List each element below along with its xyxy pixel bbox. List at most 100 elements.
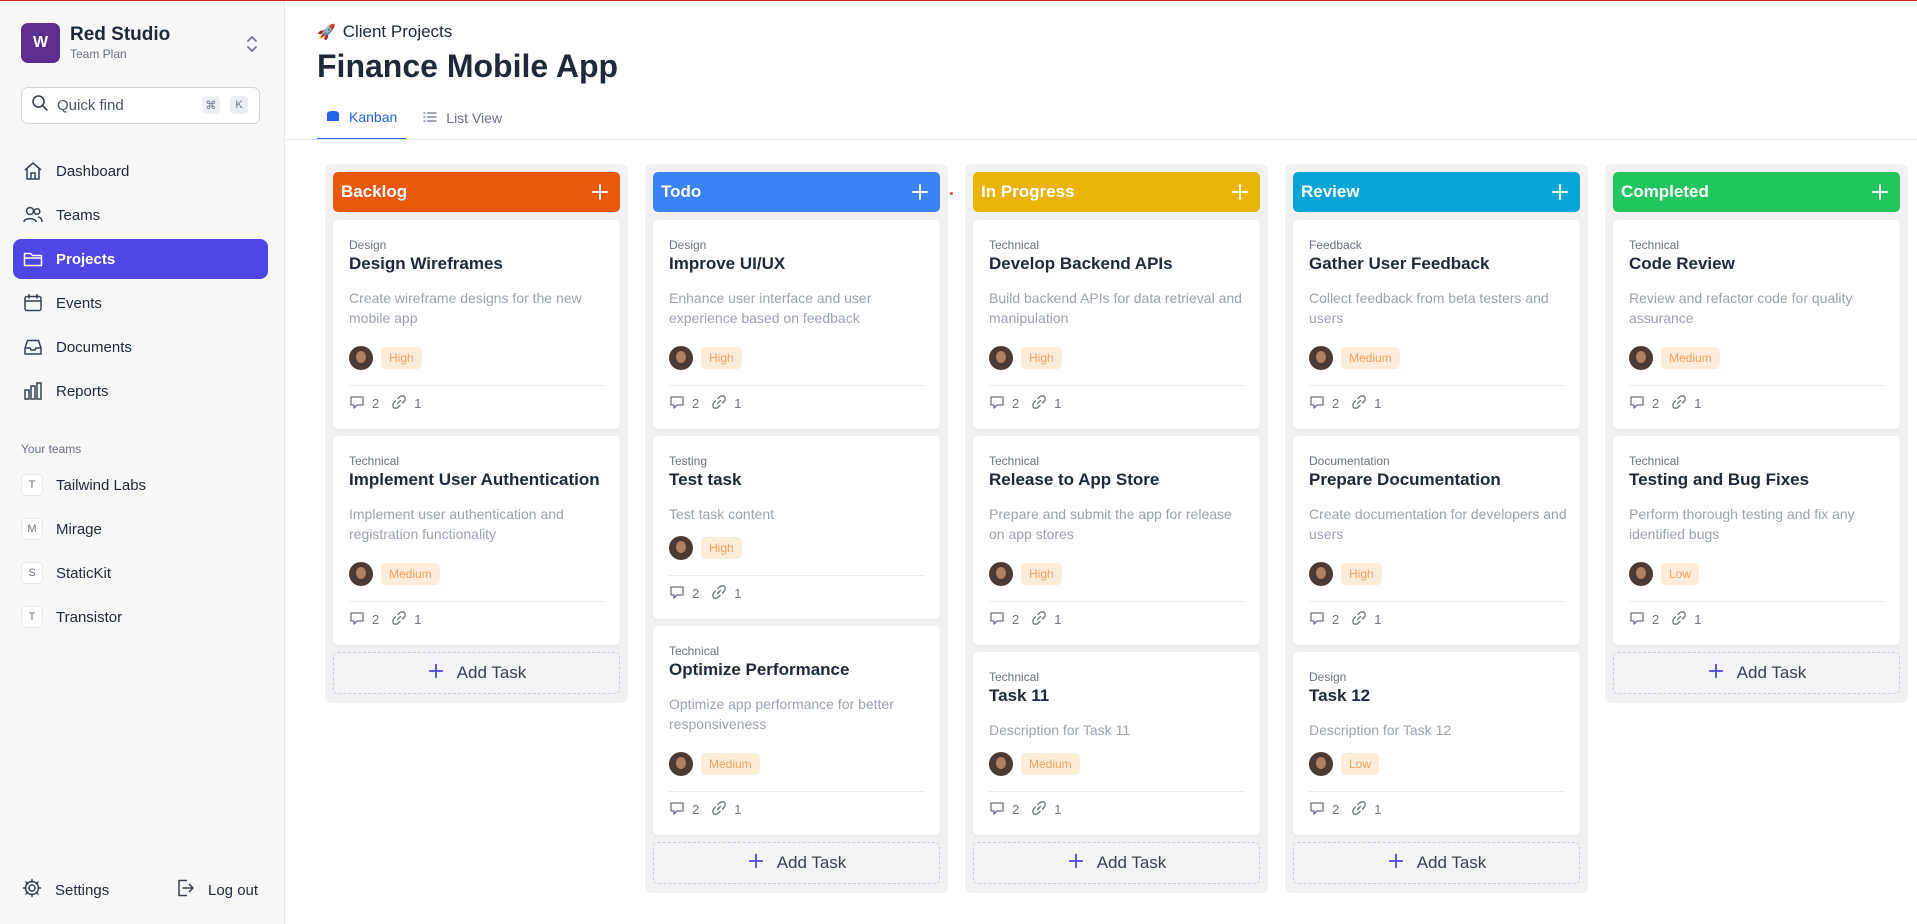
- comments-count[interactable]: 2: [1309, 394, 1339, 413]
- nav-item-teams[interactable]: Teams: [13, 195, 268, 235]
- task-category: Technical: [1629, 238, 1680, 252]
- team-initial: T: [21, 474, 43, 496]
- add-task-button[interactable]: Add Task: [653, 842, 940, 884]
- links-count[interactable]: 1: [1671, 610, 1701, 629]
- plus-icon[interactable]: [1230, 182, 1250, 202]
- indicator-dot: [950, 192, 953, 195]
- add-task-button[interactable]: Add Task: [1613, 652, 1900, 694]
- task-category: Design: [669, 238, 707, 252]
- breadcrumb[interactable]: 🚀 Client Projects: [317, 22, 452, 42]
- comments-count[interactable]: 2: [669, 584, 699, 603]
- team-item-mirage[interactable]: M Mirage: [13, 509, 268, 549]
- quick-find[interactable]: ⌘ K: [21, 87, 260, 124]
- add-task-button[interactable]: Add Task: [973, 842, 1260, 884]
- links-count[interactable]: 1: [391, 394, 421, 413]
- team-label: Mirage: [56, 520, 102, 538]
- links-count[interactable]: 1: [1351, 394, 1381, 413]
- tab-list-view[interactable]: List View: [414, 96, 511, 140]
- links-count[interactable]: 1: [1031, 394, 1061, 413]
- add-task-button[interactable]: Add Task: [1293, 842, 1580, 884]
- nav-item-projects[interactable]: Projects: [13, 239, 268, 279]
- plus-icon: [1067, 852, 1097, 875]
- links-count[interactable]: 1: [1351, 800, 1381, 819]
- task-description: Optimize app performance for better resp…: [669, 696, 894, 732]
- page-title: Finance Mobile App: [317, 48, 619, 84]
- task-card[interactable]: Technical Optimize Performance Optimize ap…: [653, 626, 940, 835]
- links-count[interactable]: 1: [1671, 394, 1701, 413]
- team-item-transistor[interactable]: T Transistor: [13, 597, 268, 637]
- comments-count[interactable]: 2: [669, 800, 699, 819]
- plus-icon[interactable]: [590, 182, 610, 202]
- task-card[interactable]: Design Improve UI/UX Enhance user interfac…: [653, 220, 940, 429]
- task-card[interactable]: Design Design Wireframes Create wireframe …: [333, 220, 620, 429]
- card-divider: [1309, 601, 1564, 602]
- team-label: StaticKit: [56, 564, 112, 582]
- column-title: Review: [1301, 182, 1360, 201]
- nav-item-events[interactable]: Events: [13, 283, 268, 323]
- task-description: Review and refactor code for quality ass…: [1629, 290, 1853, 326]
- chevron-up-down-icon[interactable]: [243, 33, 261, 55]
- nav-item-documents[interactable]: Documents: [13, 327, 268, 367]
- task-category: Technical: [989, 454, 1040, 468]
- comments-count[interactable]: 2: [989, 800, 1019, 819]
- nav-item-reports[interactable]: Reports: [13, 371, 268, 411]
- workspace-switcher[interactable]: W Red Studio Team Plan: [21, 23, 261, 63]
- task-description: Collect feedback from beta testers and u…: [1309, 290, 1549, 326]
- task-card[interactable]: Technical Develop Backend APIs Build backe…: [973, 220, 1260, 429]
- team-item-statickit[interactable]: S StaticKit: [13, 553, 268, 593]
- task-card[interactable]: Feedback Gather User Feedback Collect feed…: [1293, 220, 1580, 429]
- task-card[interactable]: Technical Release to App Store Prepare and…: [973, 436, 1260, 645]
- task-description: Test task content: [669, 506, 775, 522]
- plus-icon[interactable]: [1870, 182, 1890, 202]
- task-card[interactable]: Technical Task 11 Description for Task 11 M…: [973, 652, 1260, 835]
- plus-icon[interactable]: [910, 182, 930, 202]
- task-title: Improve UI/UX: [669, 254, 786, 273]
- nav-item-dashboard[interactable]: Dashboard: [13, 151, 268, 191]
- task-card[interactable]: Design Task 12 Description for Task 12 Low 2…: [1293, 652, 1580, 835]
- column-title: Todo: [661, 182, 702, 201]
- task-card[interactable]: Documentation Prepare Documentation Create…: [1293, 436, 1580, 645]
- links-count[interactable]: 1: [1031, 610, 1061, 629]
- comment-icon: [1629, 394, 1652, 413]
- comments-count[interactable]: 2: [989, 610, 1019, 629]
- comments-count[interactable]: 2: [989, 394, 1019, 413]
- comments-count[interactable]: 2: [349, 610, 379, 629]
- add-task-button[interactable]: Add Task: [333, 652, 620, 694]
- plus-icon[interactable]: [1550, 182, 1570, 202]
- links-count[interactable]: 1: [711, 800, 741, 819]
- task-card[interactable]: Testing Test task Test task content High 2 1: [653, 436, 940, 619]
- column-title: In Progress: [981, 182, 1075, 201]
- tab-kanban[interactable]: Kanban: [317, 96, 407, 140]
- avatar: [1309, 562, 1333, 586]
- links-count[interactable]: 1: [1351, 610, 1381, 629]
- comment-icon: [1309, 800, 1332, 819]
- comments-count[interactable]: 2: [1629, 394, 1659, 413]
- task-card[interactable]: Technical Code Review Review and refactor …: [1613, 220, 1900, 429]
- comments-count[interactable]: 2: [1629, 610, 1659, 629]
- comments-count[interactable]: 2: [1309, 800, 1339, 819]
- logout-label: Log out: [208, 881, 259, 899]
- links-count[interactable]: 1: [711, 394, 741, 413]
- link-icon: [1351, 610, 1374, 629]
- avatar: [669, 346, 693, 370]
- links-count[interactable]: 1: [711, 584, 741, 603]
- team-initial: S: [21, 562, 43, 584]
- task-meta: Medium: [1629, 345, 1720, 371]
- team-item-tailwind-labs[interactable]: T Tailwind Labs: [13, 465, 268, 505]
- logout-button[interactable]: Log out: [174, 877, 258, 903]
- links-count[interactable]: 1: [1031, 800, 1061, 819]
- comments-count[interactable]: 2: [1309, 610, 1339, 629]
- task-card[interactable]: Technical Testing and Bug Fixes Perform th…: [1613, 436, 1900, 645]
- links-count[interactable]: 1: [391, 610, 421, 629]
- comments-count[interactable]: 2: [669, 394, 699, 413]
- search-input[interactable]: [57, 97, 197, 114]
- task-card[interactable]: Technical Implement User Authentication Im…: [333, 436, 620, 645]
- add-task-label: Add Task: [456, 663, 527, 682]
- link-icon: [1031, 610, 1054, 629]
- comments-count[interactable]: 2: [349, 394, 379, 413]
- settings-button[interactable]: Settings: [21, 877, 109, 903]
- avatar: [349, 346, 373, 370]
- card-divider: [1309, 385, 1564, 386]
- task-category: Testing: [669, 454, 708, 468]
- card-divider: [989, 601, 1244, 602]
